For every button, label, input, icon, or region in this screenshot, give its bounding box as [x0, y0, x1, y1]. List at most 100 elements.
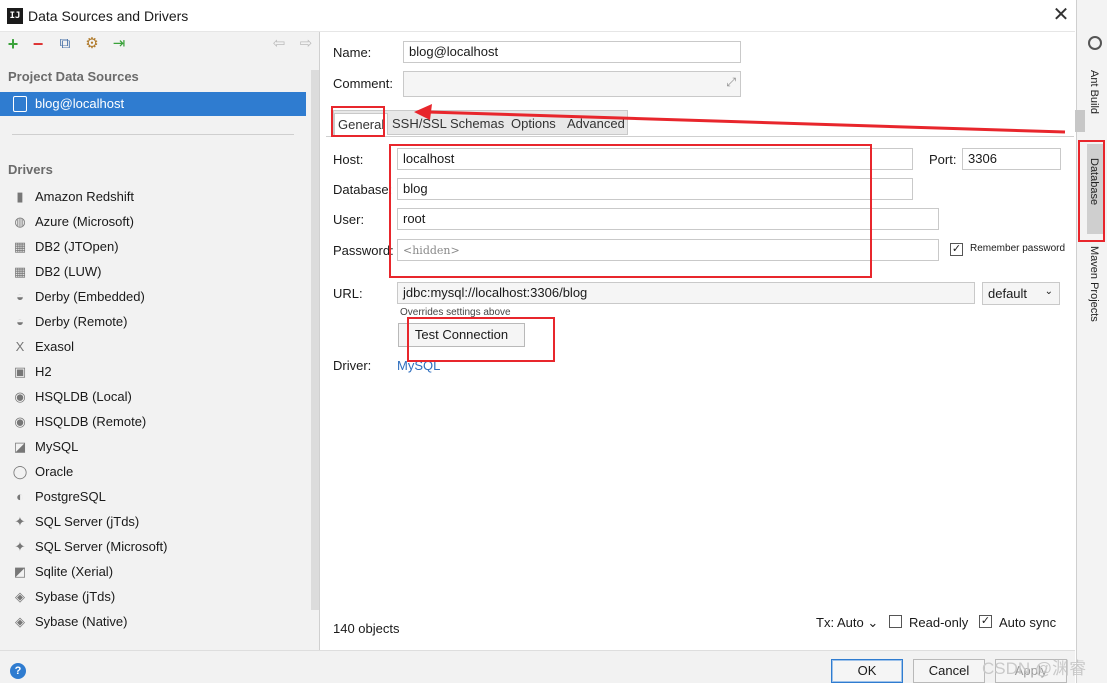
driver-item[interactable]: ▮ Amazon Redshift	[12, 185, 302, 210]
driver-item[interactable]: ◍ Azure (Microsoft)	[12, 210, 302, 235]
auto-sync-label: Auto sync	[999, 615, 1057, 630]
driver-label: Amazon Redshift	[35, 189, 134, 204]
driver-icon: ◉	[14, 389, 26, 404]
driver-item[interactable]: ◐ PostgreSQL	[12, 485, 302, 510]
help-icon[interactable]: ?	[10, 663, 26, 679]
database-label: Database:	[333, 182, 393, 197]
datasource-label: blog@localhost	[35, 96, 125, 111]
driver-label: HSQLDB (Local)	[35, 389, 132, 404]
read-only-checkbox[interactable]	[889, 615, 902, 628]
driver-label: Derby (Remote)	[35, 314, 128, 329]
driver-label: Exasol	[35, 339, 75, 354]
remember-password-checkbox[interactable]: ✓	[950, 243, 963, 256]
comment-label: Comment:	[333, 76, 393, 91]
driver-icon: ◒	[16, 314, 24, 329]
driver-label: MySQL	[35, 439, 79, 454]
cancel-button[interactable]: Cancel	[913, 659, 985, 683]
driver-item[interactable]: X Exasol	[12, 335, 302, 360]
driver-icon: ▣	[13, 364, 27, 379]
driver-item[interactable]: ◒ Derby (Remote)	[12, 310, 302, 335]
driver-label: Azure (Microsoft)	[35, 214, 134, 229]
datasource-item[interactable]: blog@localhost	[0, 92, 306, 116]
user-label: User:	[333, 212, 365, 227]
search-icon[interactable]	[1088, 36, 1102, 50]
driver-label: SQL Server (Microsoft)	[35, 539, 168, 554]
driver-item[interactable]: ▦ DB2 (JTOpen)	[12, 235, 302, 260]
driver-icon: ◉	[14, 414, 26, 429]
driver-label: HSQLDB (Remote)	[35, 414, 147, 429]
import-icon[interactable]: ⇥	[111, 36, 127, 52]
name-input[interactable]: blog@localhost	[403, 41, 741, 63]
comment-input[interactable]: ⤢	[403, 71, 741, 97]
objects-count: 140 objects	[333, 621, 400, 636]
driver-label: Sybase (jTds)	[35, 589, 116, 604]
mysql-icon	[13, 96, 27, 112]
ant-build-tool[interactable]: Ant Build	[1088, 70, 1100, 114]
editor-scrollbar[interactable]	[1075, 110, 1085, 132]
driver-icon: ▦	[13, 239, 27, 254]
driver-item[interactable]: ◯ Oracle	[12, 460, 302, 485]
driver-icon: ▦	[13, 264, 27, 279]
driver-item[interactable]: ✦ SQL Server (jTds)	[12, 510, 302, 535]
driver-label: DB2 (JTOpen)	[35, 239, 119, 254]
driver-icon: ◈	[15, 589, 25, 604]
driver-label: Sybase (Native)	[35, 614, 128, 629]
driver-label: DB2 (LUW)	[35, 264, 102, 279]
annotation-general-tab	[331, 106, 385, 137]
driver-item[interactable]: ◪ MySQL	[12, 435, 302, 460]
url-mode-select[interactable]: default ⌄	[982, 282, 1060, 305]
name-label: Name:	[333, 45, 372, 60]
driver-icon: ✦	[14, 539, 26, 554]
port-input[interactable]: 3306	[962, 148, 1061, 170]
url-input[interactable]: jdbc:mysql://localhost:3306/blog	[397, 282, 975, 304]
tx-mode-dropdown[interactable]: Tx: Auto ⌄	[816, 615, 878, 631]
driver-item[interactable]: ◩ Sqlite (Xerial)	[12, 560, 302, 585]
remove-icon[interactable]: −	[30, 35, 46, 53]
driver-label: Sqlite (Xerial)	[35, 564, 114, 579]
url-label: URL:	[333, 286, 363, 301]
section-drivers: Drivers	[8, 162, 53, 177]
close-icon[interactable]: ✕	[1050, 3, 1072, 27]
chevron-down-icon: ⌄	[1044, 286, 1053, 297]
driver-icon: X	[15, 339, 25, 354]
driver-item[interactable]: ◈ Sybase (jTds)	[12, 585, 302, 610]
annotation-database-tool	[1078, 140, 1105, 242]
driver-icon: ◒	[16, 289, 24, 304]
port-label: Port:	[929, 152, 957, 167]
driver-icon: ◩	[13, 564, 27, 579]
driver-item[interactable]: ▦ DB2 (LUW)	[12, 260, 302, 285]
driver-item[interactable]: ◒ Derby (Embedded)	[12, 285, 302, 310]
back-icon[interactable]: ⇦	[271, 36, 287, 52]
driver-label: Oracle	[35, 464, 74, 479]
driver-icon: ✦	[14, 514, 26, 529]
driver-icon: ◈	[15, 614, 25, 629]
driver-label: PostgreSQL	[35, 489, 106, 504]
auto-sync-checkbox[interactable]: ✓	[979, 615, 992, 628]
password-label: Password:	[333, 243, 394, 258]
maven-projects-tool[interactable]: Maven Projects	[1088, 246, 1100, 322]
driver-label: Driver:	[333, 358, 372, 373]
add-icon[interactable]: +	[5, 35, 21, 53]
driver-item[interactable]: ▣ H2	[12, 360, 302, 385]
driver-label: Derby (Embedded)	[35, 289, 145, 304]
watermark: CSDN @渊睿	[982, 659, 1087, 678]
expand-icon[interactable]: ⤢	[726, 74, 736, 90]
host-label: Host:	[333, 152, 364, 167]
annotation-connection-fields	[389, 144, 872, 278]
driver-config-icon[interactable]: ⚙	[84, 36, 100, 52]
copy-icon[interactable]: ⧉	[57, 36, 73, 52]
ok-button[interactable]: OK	[831, 659, 903, 683]
driver-item[interactable]: ◉ HSQLDB (Remote)	[12, 410, 302, 435]
driver-item[interactable]: ✦ SQL Server (Microsoft)	[12, 535, 302, 560]
annotation-arrow	[414, 104, 1066, 134]
remember-password-label: Remember password	[970, 243, 1066, 254]
read-only-label: Read-only	[909, 615, 969, 630]
driver-item[interactable]: ◉ HSQLDB (Local)	[12, 385, 302, 410]
driver-item[interactable]: ◈ Sybase (Native)	[12, 610, 302, 635]
driver-icon: ◯	[12, 464, 28, 479]
forward-icon[interactable]: ⇨	[298, 36, 314, 52]
app-icon: IJ	[7, 8, 23, 24]
left-scrollbar[interactable]	[311, 70, 319, 610]
driver-label: SQL Server (jTds)	[35, 514, 140, 529]
driver-label: H2	[35, 364, 52, 379]
